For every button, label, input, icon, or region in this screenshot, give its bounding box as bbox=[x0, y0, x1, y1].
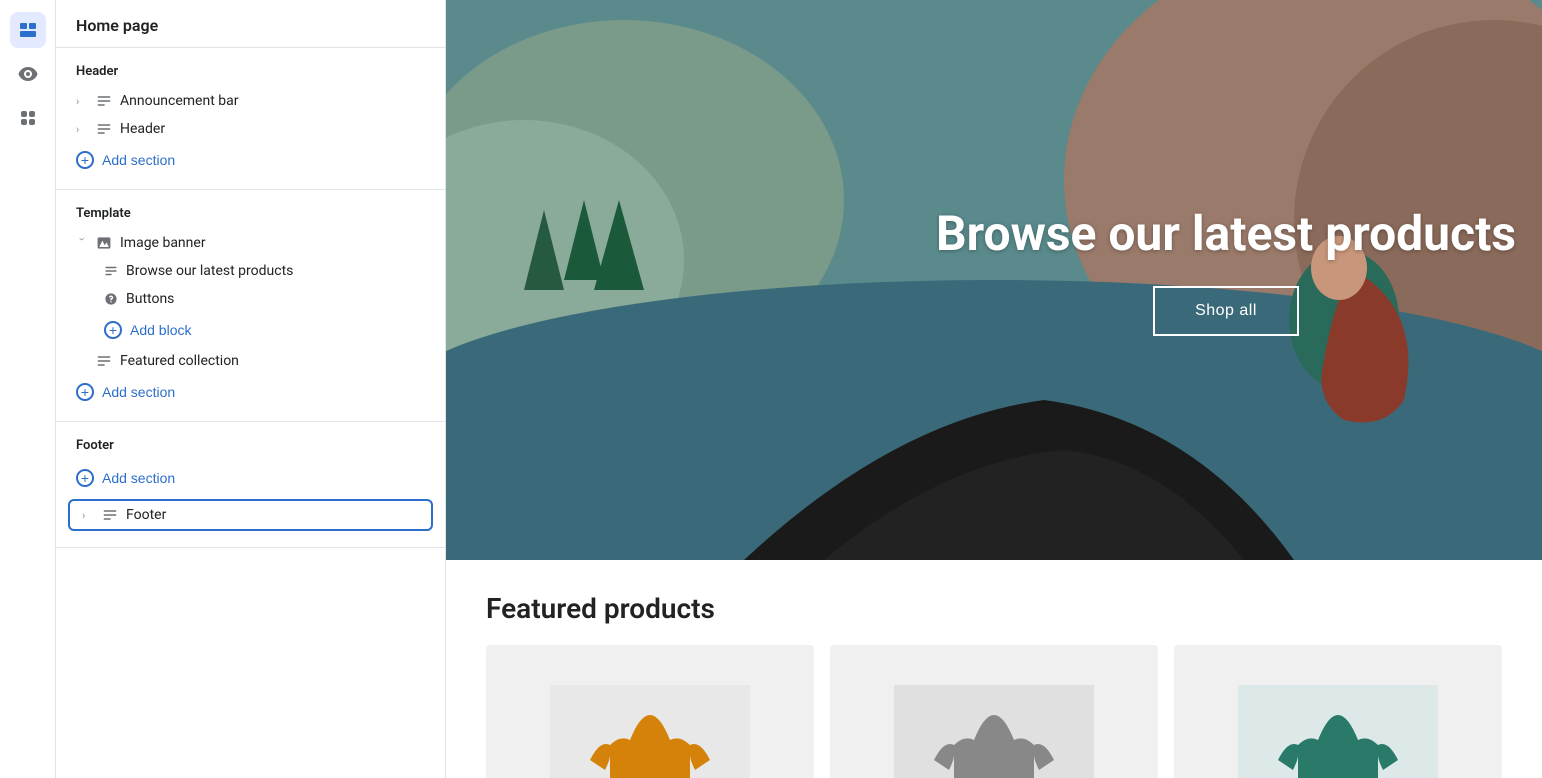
shop-all-button[interactable]: Shop all bbox=[1153, 286, 1299, 336]
plus-icon: + bbox=[76, 151, 94, 169]
sidebar-item-header[interactable]: › Header bbox=[56, 115, 445, 143]
announcement-bar-label: Announcement bar bbox=[120, 93, 425, 109]
template-group: Template › Image banner Browse ou bbox=[56, 190, 445, 422]
product-card-3[interactable] bbox=[1174, 645, 1502, 778]
browse-text-label: Browse our latest products bbox=[126, 263, 425, 279]
sidebar-item-footer[interactable]: › Footer bbox=[68, 499, 433, 531]
plus-icon-3: + bbox=[76, 383, 94, 401]
chevron-right-icon-2: › bbox=[76, 123, 88, 136]
header-label: Header bbox=[120, 121, 425, 137]
apps-icon-btn[interactable] bbox=[10, 100, 46, 136]
add-block-btn[interactable]: + Add block bbox=[56, 313, 445, 347]
footer-group-label: Footer bbox=[56, 434, 445, 461]
sidebar-item-image-banner[interactable]: › Image banner bbox=[56, 229, 445, 257]
main-preview: Browse our latest products Shop all Feat… bbox=[446, 0, 1542, 778]
template-add-section-btn[interactable]: + Add section bbox=[56, 375, 445, 409]
header-icon bbox=[96, 121, 112, 137]
buttons-label: Buttons bbox=[126, 291, 425, 307]
header-add-section-btn[interactable]: + Add section bbox=[56, 143, 445, 177]
buttons-icon bbox=[104, 292, 118, 306]
footer-group: Footer + Add section › Footer bbox=[56, 422, 445, 548]
image-banner-icon bbox=[96, 235, 112, 251]
header-add-section-label: Add section bbox=[102, 152, 175, 168]
template-add-section-label: Add section bbox=[102, 384, 175, 400]
template-group-label: Template bbox=[56, 202, 445, 229]
sidebar-item-buttons[interactable]: Buttons bbox=[56, 285, 445, 313]
featured-products-title: Featured products bbox=[486, 592, 1502, 625]
footer-add-section-btn[interactable]: + Add section bbox=[56, 461, 445, 495]
header-group: Header › Announcement bar › Header bbox=[56, 48, 445, 190]
sidebar-item-browse-text[interactable]: Browse our latest products bbox=[56, 257, 445, 285]
featured-collection-label: Featured collection bbox=[120, 353, 425, 369]
image-banner-label: Image banner bbox=[120, 235, 425, 251]
product-card-2[interactable] bbox=[830, 645, 1158, 778]
footer-label: Footer bbox=[126, 507, 419, 523]
sidebar-item-announcement-bar[interactable]: › Announcement bar bbox=[56, 87, 445, 115]
plus-icon-4: + bbox=[76, 469, 94, 487]
product-grid bbox=[486, 645, 1502, 778]
image-banner[interactable]: Browse our latest products Shop all bbox=[446, 0, 1542, 560]
text-icon bbox=[104, 264, 118, 278]
sidebar-item-featured-collection[interactable]: Featured collection bbox=[56, 347, 445, 375]
header-group-label: Header bbox=[56, 60, 445, 87]
sidebar: Home page Header › Announcement bar › bbox=[56, 0, 446, 778]
icon-rail bbox=[0, 0, 56, 778]
page-title: Home page bbox=[56, 0, 445, 48]
footer-add-section-label: Add section bbox=[102, 470, 175, 486]
featured-section: Featured products bbox=[446, 560, 1542, 778]
featured-collection-icon bbox=[96, 353, 112, 369]
announcement-bar-icon bbox=[96, 93, 112, 109]
product-card-1[interactable] bbox=[486, 645, 814, 778]
plus-icon-2: + bbox=[104, 321, 122, 339]
chevron-right-icon-3: › bbox=[82, 509, 94, 522]
chevron-right-icon: › bbox=[76, 95, 88, 108]
settings-icon-btn[interactable] bbox=[10, 56, 46, 92]
sidebar-content: Header › Announcement bar › Header bbox=[56, 48, 445, 778]
add-block-label: Add block bbox=[130, 322, 191, 338]
sections-icon-btn[interactable] bbox=[10, 12, 46, 48]
footer-icon bbox=[102, 507, 118, 523]
banner-content: Browse our latest products Shop all bbox=[936, 205, 1516, 336]
chevron-down-icon: › bbox=[76, 237, 89, 249]
banner-title: Browse our latest products bbox=[936, 205, 1516, 262]
